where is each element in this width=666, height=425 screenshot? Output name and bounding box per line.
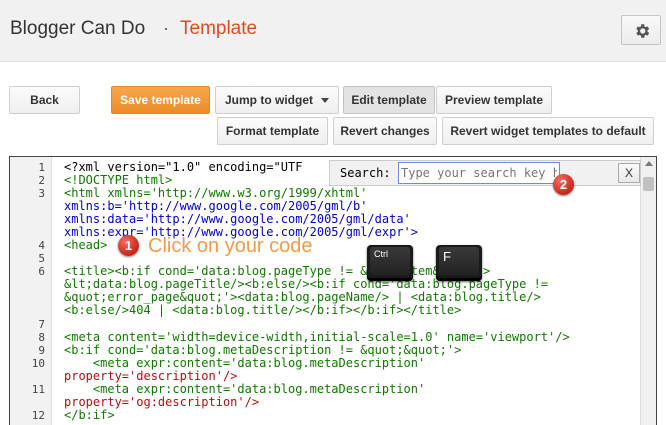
f-key-icon: F [436,245,482,281]
code-editor[interactable]: 1 2 3 4 5 6 7 8 9 10 11 12 <?xml version… [9,156,657,425]
search-panel: Search: X [329,160,641,186]
save-template-button[interactable]: Save template [111,86,210,114]
line-number: 10 [31,357,45,370]
line-number: 1 [38,161,45,174]
search-label: Search: [340,166,391,180]
line-number: 4 [38,239,45,252]
line-number: 3 [38,187,45,200]
back-button[interactable]: Back [9,86,80,114]
page-title: Template [180,18,258,39]
top-header: Blogger Can Do · Template [0,0,666,62]
line-number: 6 [38,265,45,278]
ctrl-key-icon: Ctrl [367,245,413,281]
revert-widget-templates-button[interactable]: Revert widget templates to default [442,117,654,145]
title-separator: · [163,18,169,38]
revert-changes-button[interactable]: Revert changes [333,117,437,145]
step-1-badge: 1 [118,235,139,256]
ctrl-key-label: Ctrl [374,249,388,259]
line-number: 7 [38,318,45,331]
jump-to-widget-label: Jump to widget [225,93,313,107]
code-line: <head> [64,238,108,252]
vertical-scrollbar[interactable] [640,157,656,425]
step-1-hint: Click on your code [148,235,313,257]
step-2-badge: 2 [553,174,574,195]
jump-to-widget-dropdown[interactable]: Jump to widget [215,86,339,114]
blog-title[interactable]: Blogger Can Do [10,18,145,40]
line-number: 8 [38,331,45,344]
edit-template-tab[interactable]: Edit template [343,86,435,114]
close-search-button[interactable]: X [618,163,640,183]
scrollbar-thumb[interactable] [643,177,654,191]
line-number: 9 [38,344,45,357]
format-template-button[interactable]: Format template [217,117,328,145]
preview-template-tab[interactable]: Preview template [436,86,552,114]
code-content[interactable]: <?xml version="1.0" encoding="UTF <!DOCT… [64,157,624,422]
code-line: <b:else/>404 | <data:blog.title/></b:if>… [64,303,462,317]
line-number: 11 [31,383,45,396]
scroll-up-arrow-icon[interactable] [645,161,653,166]
settings-button[interactable] [621,15,661,45]
line-number: 12 [31,409,45,422]
line-number: 2 [38,174,45,187]
code-line: </b:if> [64,408,115,422]
caret-down-icon [321,97,329,103]
search-input[interactable] [398,162,560,184]
line-number: 5 [38,252,45,265]
f-key-label: F [443,249,451,264]
gear-icon [636,24,650,38]
line-number-gutter: 1 2 3 4 5 6 7 8 9 10 11 12 [10,157,52,425]
